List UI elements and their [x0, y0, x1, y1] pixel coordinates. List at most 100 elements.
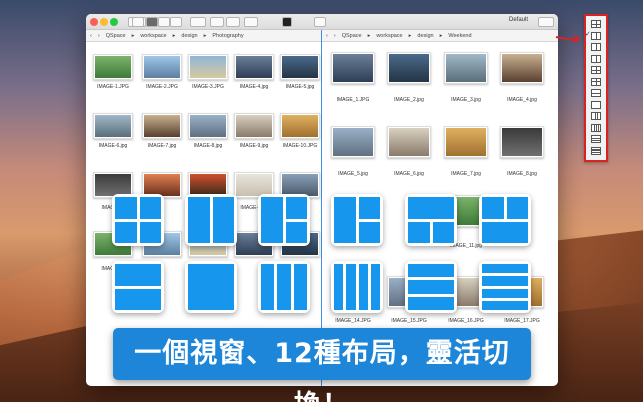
- tag-button[interactable]: [244, 17, 258, 27]
- layout-option-single[interactable]: [185, 261, 237, 313]
- right-pane-path-bar: ‹ › QSpace ▸ workspace ▸ design ▸ Weeken…: [322, 30, 558, 42]
- path-segment[interactable]: QSpace: [106, 33, 126, 39]
- layout-menu-item-cols2[interactable]: [591, 31, 601, 40]
- layout-option-quad[interactable]: [112, 194, 164, 246]
- minimize-window-button[interactable]: [100, 18, 108, 26]
- file-name-label: IMAGE_15.JPG: [391, 318, 427, 324]
- image-thumbnail[interactable]: [280, 113, 320, 139]
- layout-option-four-columns[interactable]: [331, 261, 383, 313]
- layout-option-top-split-bottom[interactable]: [479, 194, 531, 246]
- layout-option-two-columns[interactable]: [185, 194, 237, 246]
- image-thumbnail[interactable]: [444, 52, 488, 84]
- path-segment[interactable]: Weekend: [448, 33, 471, 39]
- file-name-label: IMAGE_7.jpg: [451, 171, 481, 177]
- file-name-label: IMAGE_17.JPG: [504, 318, 540, 324]
- view-mode-dropdown[interactable]: Default: [509, 17, 528, 23]
- layout-option-left-split-right[interactable]: [331, 194, 383, 246]
- layout-menu-item-quad[interactable]: [591, 20, 601, 28]
- path-segment[interactable]: workspace: [376, 33, 402, 39]
- layout-menu-item-rows2[interactable]: [591, 89, 601, 97]
- file-name-label: IMAGE_3.jpg: [451, 97, 481, 103]
- layout-menu-panel: ✓: [584, 14, 608, 162]
- sidebar-toggle-button[interactable]: [132, 17, 144, 27]
- file-name-label: IMAGE-10.JPG: [282, 143, 318, 149]
- icon-view-button[interactable]: [146, 17, 158, 27]
- gear-action-button[interactable]: [190, 17, 206, 27]
- layout-menu-item-cols3[interactable]: [591, 112, 601, 120]
- path-separator-icon: ▸: [203, 32, 207, 39]
- layout-option-four-rows[interactable]: [479, 261, 531, 313]
- path-separator-icon: ▸: [408, 32, 412, 39]
- terminal-button[interactable]: [282, 17, 292, 27]
- path-separator-icon: ▸: [439, 32, 443, 39]
- path-separator-icon: ▸: [367, 32, 371, 39]
- image-thumbnail[interactable]: [234, 113, 274, 139]
- file-name-label: IMAGE-8.jpg: [193, 143, 223, 149]
- image-thumbnail[interactable]: [500, 126, 544, 158]
- image-thumbnail[interactable]: [500, 52, 544, 84]
- layout-option-three-columns[interactable]: [258, 261, 310, 313]
- path-segment[interactable]: Photography: [212, 33, 243, 39]
- file-name-label: IMAGE_6.jpg: [394, 171, 424, 177]
- file-name-label: IMAGE_4.jpg: [507, 97, 537, 103]
- back-arrow-icon[interactable]: ‹: [90, 33, 92, 39]
- image-thumbnail[interactable]: [188, 113, 228, 139]
- image-thumbnail[interactable]: [387, 52, 431, 84]
- layout-menu-button[interactable]: [538, 17, 554, 27]
- share-button[interactable]: [210, 17, 224, 27]
- image-thumbnail[interactable]: [93, 54, 133, 80]
- image-thumbnail[interactable]: [331, 52, 375, 84]
- forward-arrow-icon[interactable]: ›: [334, 33, 336, 39]
- image-thumbnail[interactable]: [444, 126, 488, 158]
- layout-menu-item-l-split[interactable]: [591, 43, 601, 51]
- trash-button[interactable]: [226, 17, 240, 27]
- file-name-label: IMAGE-1.JPG: [97, 84, 129, 90]
- path-segment[interactable]: workspace: [140, 33, 166, 39]
- layout-option-three-rows[interactable]: [405, 261, 457, 313]
- layout-menu-item-single[interactable]: [591, 100, 601, 109]
- path-segment[interactable]: design: [417, 33, 433, 39]
- image-thumbnail[interactable]: [280, 54, 320, 80]
- close-window-button[interactable]: [90, 18, 98, 26]
- image-thumbnail[interactable]: [331, 126, 375, 158]
- image-thumbnail[interactable]: [188, 54, 228, 80]
- path-segment[interactable]: QSpace: [342, 33, 362, 39]
- layout-option-two-rows[interactable]: [112, 261, 164, 313]
- path-segment[interactable]: design: [181, 33, 197, 39]
- image-thumbnail[interactable]: [234, 54, 274, 80]
- file-name-label: IMAGE-5.jpg: [285, 84, 315, 90]
- image-thumbnail[interactable]: [93, 113, 133, 139]
- file-name-label: IMAGE-7.jpg: [147, 143, 177, 149]
- image-thumbnail[interactable]: [142, 113, 182, 139]
- promo-banner: 一個視窗、12種布局，靈活切換！: [113, 328, 531, 402]
- zoom-window-button[interactable]: [110, 18, 118, 26]
- layout-menu-item-r-split[interactable]: [591, 54, 601, 63]
- layout-option-left-right-split-top[interactable]: [258, 194, 310, 246]
- file-name-label: IMAGE_14.JPG: [335, 318, 371, 324]
- path-separator-icon: ▸: [131, 32, 135, 39]
- layout-menu-item-rows4[interactable]: [591, 146, 601, 155]
- selected-check-icon: ✓: [585, 31, 591, 38]
- layout-option-top-bottom-split[interactable]: [405, 194, 457, 246]
- file-name-label: IMAGE-2.JPG: [146, 84, 178, 90]
- layout-menu-item-t-split[interactable]: [591, 66, 601, 74]
- file-name-label: IMAGE-3.JPG: [192, 84, 224, 90]
- image-thumbnail[interactable]: [387, 126, 431, 158]
- path-separator-icon: ▸: [172, 32, 176, 39]
- file-name-label: IMAGE_5.jpg: [338, 171, 368, 177]
- layout-menu-item-rows3[interactable]: [591, 135, 601, 143]
- back-arrow-icon[interactable]: ‹: [326, 33, 328, 39]
- layout-menu-item-b-split[interactable]: [591, 77, 601, 86]
- layout-menu-item-cols4[interactable]: [591, 123, 601, 132]
- window-titlebar: [86, 14, 558, 30]
- column-view-button[interactable]: [170, 17, 182, 27]
- forward-arrow-icon[interactable]: ›: [98, 33, 100, 39]
- file-name-label: IMAGE-6.jpg: [98, 143, 128, 149]
- file-name-label: IMAGE_2.jpg: [394, 97, 424, 103]
- search-button[interactable]: [314, 17, 326, 27]
- highlight-arrow-icon: [573, 34, 582, 44]
- list-view-button[interactable]: [158, 17, 170, 27]
- file-name-label: IMAGE-9.jpg: [239, 143, 269, 149]
- image-thumbnail[interactable]: [142, 54, 182, 80]
- left-pane-path-bar: ‹ › QSpace ▸ workspace ▸ design ▸ Photog…: [86, 30, 321, 42]
